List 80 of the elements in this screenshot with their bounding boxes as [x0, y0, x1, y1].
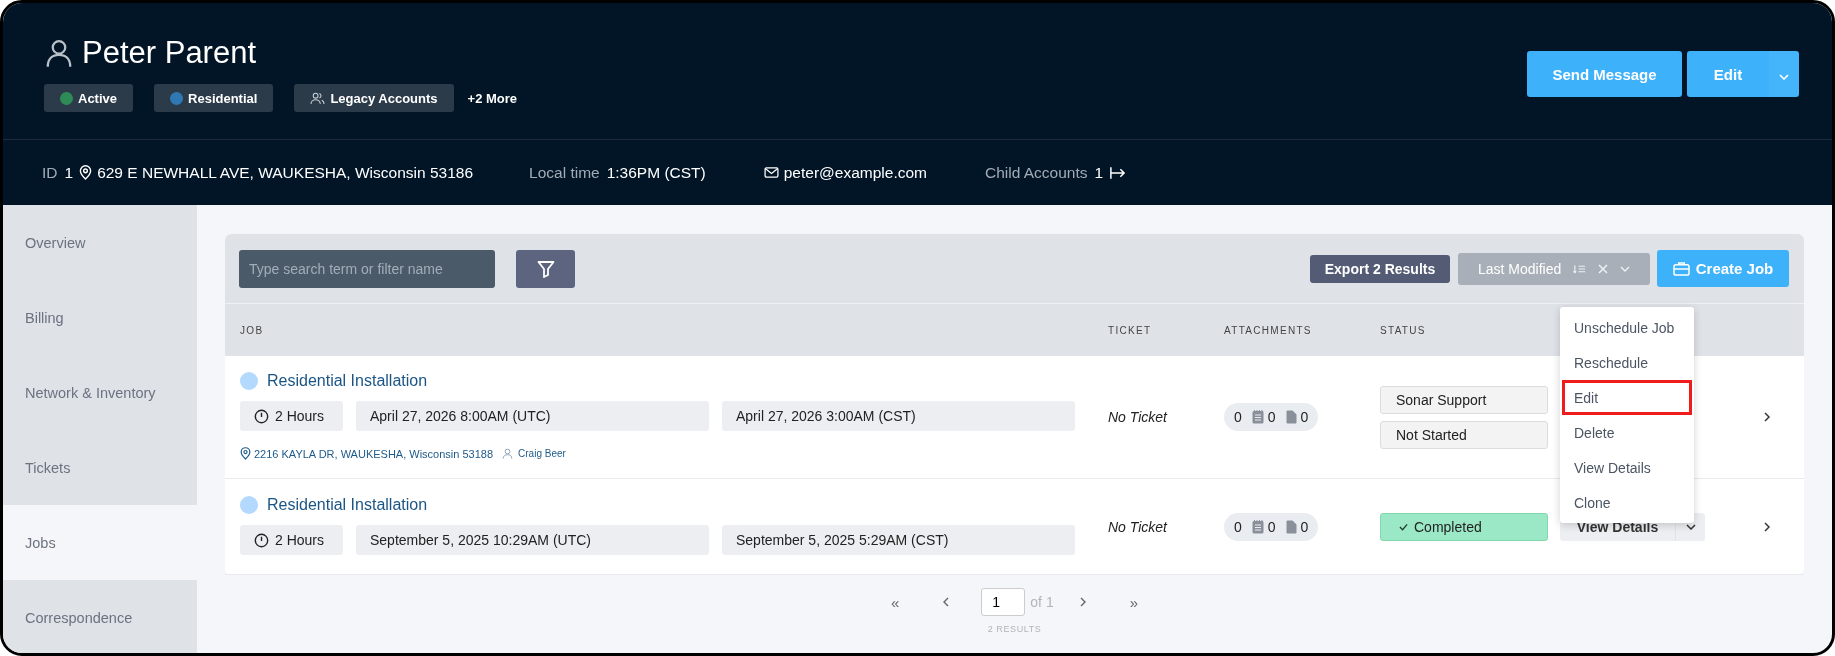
file-count: 0 — [1300, 409, 1309, 425]
mail-icon — [763, 167, 779, 178]
menu-item[interactable]: Unschedule Job — [1562, 310, 1692, 345]
note-count: 0 — [1267, 518, 1276, 535]
clock-icon — [254, 532, 269, 548]
child-accounts-label: Child Accounts — [985, 163, 1088, 182]
start-time-chip: April 27, 2026 8:00AM (UTC) — [356, 401, 709, 431]
export-button[interactable]: Export 2 Results — [1310, 254, 1450, 283]
file-icon — [1285, 410, 1297, 424]
briefcase-icon — [1672, 261, 1690, 276]
file-count: 0 — [1300, 518, 1309, 535]
account-tag: Active — [44, 84, 134, 112]
job-title-link[interactable]: Residential Installation — [267, 496, 428, 514]
next-page-icon[interactable] — [1079, 597, 1086, 607]
chevron-right-icon[interactable] — [1764, 521, 1770, 532]
chevron-right-icon[interactable] — [1764, 412, 1770, 422]
person-icon — [44, 37, 74, 69]
start-time-chip: September 5, 2025 10:29AM (UTC) — [356, 525, 709, 555]
notes-icon — [1251, 410, 1264, 424]
file-icon — [1285, 519, 1297, 534]
check-icon — [1399, 522, 1408, 531]
id-value: 1 — [64, 163, 74, 182]
column-header: TICKET — [1108, 324, 1153, 336]
page-count-text: of 1 — [1030, 594, 1054, 610]
sort-label: Last Modified — [1478, 260, 1562, 277]
first-page-button[interactable]: « — [890, 593, 900, 611]
column-header: JOB — [240, 324, 265, 336]
sidebar-item[interactable]: Overview — [3, 205, 197, 280]
account-tag: Residential — [154, 84, 274, 112]
last-page-button[interactable]: » — [1129, 593, 1138, 611]
child-accounts-count: 1 — [1094, 163, 1104, 182]
sidebar-item[interactable]: Jobs — [3, 505, 197, 580]
note-count: 0 — [1267, 409, 1276, 425]
column-header: ATTACHMENTS — [1224, 324, 1313, 336]
results-count: 2 RESULTS — [986, 624, 1043, 634]
search-field[interactable]: Type search term or filter name — [239, 249, 495, 288]
sidebar-item[interactable]: Tickets — [3, 430, 197, 505]
job-title-link[interactable]: Residential Installation — [267, 372, 428, 390]
ticket-text: No Ticket — [1108, 518, 1169, 535]
clock-icon — [254, 408, 269, 424]
location-pin-icon — [79, 165, 93, 180]
duration-chip: 2 Hours — [240, 525, 343, 555]
id-label: ID — [42, 163, 58, 182]
menu-item[interactable]: Edit — [1562, 380, 1692, 415]
filter-button[interactable] — [516, 249, 575, 288]
local-time-label: Local time — [529, 163, 600, 182]
sidebar-item[interactable]: Network & Inventory — [3, 355, 197, 430]
attachment-count: 0 — [1234, 518, 1242, 535]
end-time-chip: April 27, 2026 3:00AM (CST) — [722, 401, 1075, 431]
status-chip: Completed — [1380, 512, 1548, 541]
attachment-count: 0 — [1234, 409, 1242, 425]
email-text[interactable]: peter@example.com — [783, 163, 927, 182]
ticket-text: No Ticket — [1108, 409, 1169, 425]
status-chip: Not Started — [1380, 420, 1548, 449]
technician-name[interactable]: Craig Beer — [518, 448, 566, 459]
sidebar-item[interactable]: Correspondence — [3, 580, 197, 653]
status-chip: Sonar Support — [1380, 385, 1548, 414]
address-text: 629 E NEWHALL AVE, WAUKESHA, Wisconsin 53186 — [97, 163, 473, 182]
people-icon — [310, 91, 326, 105]
sidebar-item[interactable]: Billing — [3, 280, 197, 355]
menu-item[interactable]: Reschedule — [1562, 345, 1692, 380]
end-time-chip: September 5, 2025 5:29AM (CST) — [722, 525, 1075, 555]
customer-name: Peter Parent — [82, 35, 257, 71]
duration-chip: 2 Hours — [240, 401, 343, 431]
page-number-field[interactable]: 1 — [981, 588, 1026, 616]
account-tag: Legacy Accounts — [294, 84, 454, 112]
chevron-down-icon — [1779, 73, 1789, 80]
filter-icon — [535, 258, 556, 279]
person-icon — [502, 448, 514, 459]
notes-icon — [1251, 519, 1264, 534]
arrow-right-icon[interactable] — [1109, 165, 1127, 180]
menu-item[interactable]: Delete — [1562, 415, 1692, 450]
more-tags-link[interactable]: +2 More — [467, 90, 518, 106]
column-header: STATUS — [1380, 324, 1427, 336]
job-address-link[interactable]: 2216 KAYLA DR, WAUKESHA, Wisconsin 53188 — [254, 447, 494, 460]
menu-item[interactable]: View Details — [1562, 450, 1692, 485]
local-time-value: 1:36PM (CST) — [606, 163, 706, 182]
previous-page-icon[interactable] — [943, 597, 950, 607]
chevron-down-icon — [1685, 523, 1696, 530]
location-pin-icon — [240, 447, 251, 460]
